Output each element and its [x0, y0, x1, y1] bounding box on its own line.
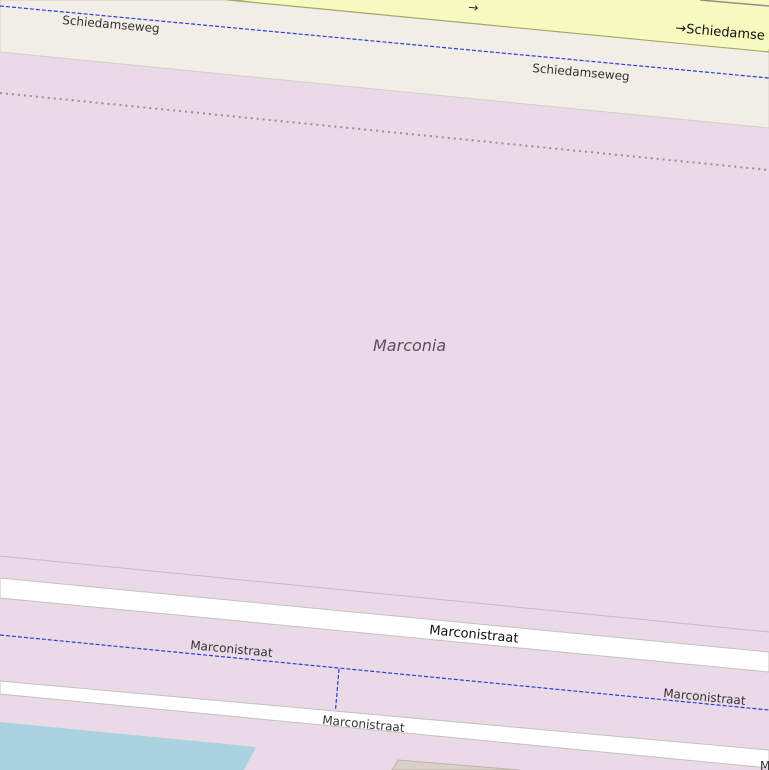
label-area-marconia: Marconia: [373, 336, 446, 355]
map-canvas[interactable]: Schiedamseweg Schiedamseweg →Schiedamse …: [0, 0, 769, 770]
label-edge-fragment: M: [760, 759, 769, 770]
oneway-arrow-icon: →: [468, 0, 479, 15]
